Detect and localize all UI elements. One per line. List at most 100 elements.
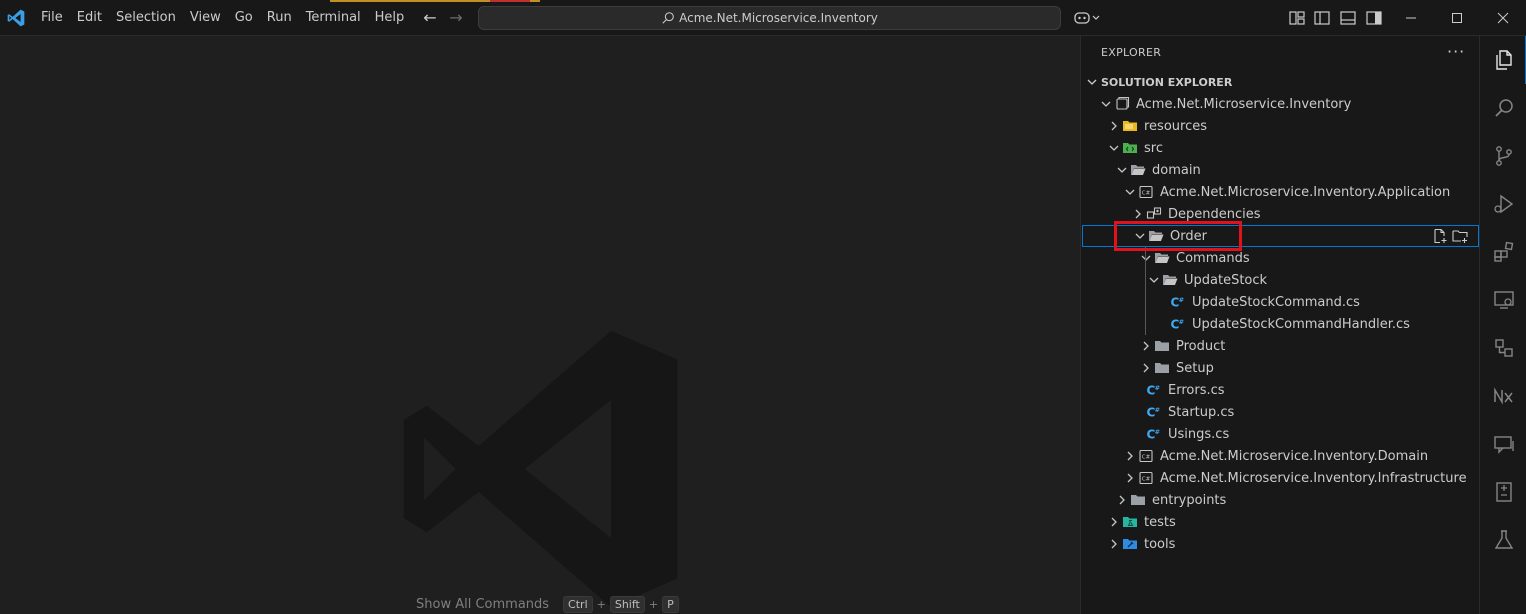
chevron-down-icon[interactable] [1114,162,1130,178]
chevron-down-icon[interactable] [1106,140,1122,156]
kbd-ctrl: Ctrl [563,596,593,613]
tree-item[interactable]: C # Errors.cs [1081,379,1480,401]
menu-edit[interactable]: Edit [70,0,109,36]
tree-item[interactable]: src [1081,137,1480,159]
toggle-primary-sidebar-icon[interactable] [1313,9,1331,27]
menu-file[interactable]: File [34,0,70,36]
activity-search[interactable] [1480,84,1526,132]
activity-nx[interactable] [1480,372,1526,420]
folder-open-icon [1155,253,1170,263]
more-actions-icon[interactable]: ··· [1447,42,1465,61]
tree-item[interactable]: resources [1081,115,1480,137]
chevron-down-icon[interactable] [1122,184,1138,200]
tree-item-label: Product [1176,338,1226,354]
tree-item[interactable]: C # Startup.cs [1081,401,1480,423]
close-icon [1497,12,1509,24]
hint-label: Show All Commands [416,597,550,612]
tree-item-label: Acme.Net.Microservice.Inventory.Domain [1160,448,1429,464]
customize-layout-icon[interactable] [1288,9,1306,27]
tree-item[interactable]: Acme.Net.Microservice.Inventory [1081,93,1480,115]
tree-item-label: domain [1152,162,1201,178]
forward-arrow-icon[interactable]: → [446,8,466,28]
source-control-icon [1495,146,1512,166]
new-folder-icon[interactable] [1452,228,1468,244]
activity-explorer[interactable] [1480,36,1526,84]
chevron-right-icon[interactable] [1106,514,1122,530]
minimize-button[interactable] [1388,0,1434,36]
menu-help[interactable]: Help [368,0,412,36]
chevron-right-icon[interactable] [1106,536,1122,552]
activity-bar [1479,36,1526,614]
menu-terminal[interactable]: Terminal [299,0,368,36]
csharp-file-icon: C # [1147,384,1161,398]
activity-notes[interactable] [1480,468,1526,516]
svg-text:C#: C# [1142,455,1151,461]
chevron-right-icon[interactable] [1106,118,1122,134]
extensions-icon [1493,241,1513,262]
chevron-down-icon[interactable] [1098,96,1114,112]
tree-item-label: Acme.Net.Microservice.Inventory.Infrastr… [1160,470,1467,486]
chevron-right-icon[interactable] [1122,470,1138,486]
folder-yellow-icon [1123,121,1137,131]
chevron-down-icon[interactable] [1146,272,1162,288]
tree-item[interactable]: tools [1081,533,1480,555]
chevron-right-icon[interactable] [1130,206,1146,222]
activity-run-debug[interactable] [1480,180,1526,228]
close-button[interactable] [1480,0,1526,36]
maximize-button[interactable] [1434,0,1480,36]
menu-selection[interactable]: Selection [109,0,183,36]
show-all-commands-hint: Show All Commands Ctrl + Shift + P [416,596,681,613]
toggle-panel-icon[interactable] [1339,9,1357,27]
explorer-sidebar: EXPLORER ··· SOLUTION EXPLORER Acme.Net.… [1080,36,1479,614]
chevron-right-icon[interactable] [1122,448,1138,464]
tree-item[interactable]: C# Acme.Net.Microservice.Inventory.Infras… [1081,467,1480,489]
menu-run[interactable]: Run [260,0,299,36]
svg-text:#: # [1179,296,1184,304]
tree-item[interactable]: C # Usings.cs [1081,423,1480,445]
kbd-plus: + [596,598,606,611]
maximize-icon [1452,13,1462,23]
tree-item[interactable]: tests [1081,511,1480,533]
solution-explorer-header[interactable]: SOLUTION EXPLORER [1081,71,1480,93]
explorer-icon [1495,50,1512,70]
folder-icon [1131,495,1145,505]
tree-item-label: tests [1144,514,1176,530]
tree-item[interactable]: Product [1081,335,1480,357]
toggle-secondary-sidebar-icon[interactable] [1365,9,1383,27]
back-arrow-icon[interactable]: ← [420,8,440,28]
menu-view[interactable]: View [183,0,228,36]
testing-icon [1494,530,1513,549]
chevron-down-icon [1087,79,1097,85]
chevron-right-icon[interactable] [1114,492,1130,508]
menu-go[interactable]: Go [228,0,260,36]
activity-source-control[interactable] [1480,132,1526,180]
activity-testing[interactable] [1480,516,1526,564]
tree-item[interactable]: C # UpdateStockCommand.cs [1081,291,1480,313]
chevron-down-icon[interactable] [1138,250,1154,266]
tree-item-label: Startup.cs [1168,404,1235,420]
chevron-right-icon[interactable] [1138,360,1154,376]
activity-containers[interactable] [1480,324,1526,372]
activity-remote-explorer[interactable] [1480,276,1526,324]
tree-item-label: Acme.Net.Microservice.Inventory.Applicat… [1160,184,1451,200]
tree-item[interactable]: C # UpdateStockCommandHandler.cs [1081,313,1480,335]
command-center-search[interactable]: Acme.Net.Microservice.Inventory [478,6,1061,30]
svg-text:#: # [1155,384,1160,392]
copilot-icon[interactable] [1073,9,1101,27]
tree-item[interactable]: C# Acme.Net.Microservice.Inventory.Applic… [1081,181,1480,203]
tree-item[interactable]: UpdateStock [1081,269,1480,291]
activity-chat[interactable] [1480,420,1526,468]
tree-item-label: Commands [1176,250,1250,266]
run-debug-icon [1493,194,1513,214]
tree-item[interactable]: entrypoints [1081,489,1480,511]
tree-item[interactable]: domain [1081,159,1480,181]
tree-item[interactable]: C# Acme.Net.Microservice.Inventory.Domain [1081,445,1480,467]
folder-tools-icon [1123,539,1137,549]
new-file-icon[interactable] [1432,228,1448,244]
chevron-right-icon[interactable] [1138,338,1154,354]
indent-guide [1145,247,1146,335]
activity-extensions[interactable] [1480,228,1526,276]
tree-item[interactable]: Setup [1081,357,1480,379]
